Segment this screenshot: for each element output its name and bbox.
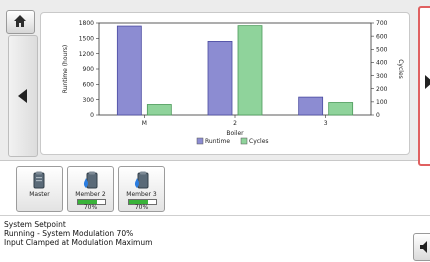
x-tick-label: M bbox=[142, 120, 147, 127]
y2-tick-label: 100 bbox=[376, 99, 388, 106]
x-tick-label: 2 bbox=[233, 120, 237, 127]
chart-card: 0 300 600 900 1200 1500 1800 0 100 200 300 400 500 60… bbox=[40, 12, 410, 155]
speaker-icon bbox=[420, 241, 427, 253]
tile-label: Member 3 bbox=[126, 191, 157, 198]
arrow-left-icon bbox=[18, 89, 27, 103]
boiler-tile-member-2[interactable]: Member 2 70% bbox=[67, 166, 114, 212]
y2-tick-label: 200 bbox=[376, 86, 388, 93]
y-tick-label: 1800 bbox=[79, 20, 94, 27]
modulation-percent: 70% bbox=[83, 204, 98, 211]
bar-cycles-M bbox=[146, 104, 172, 116]
x-axis-label: Boiler bbox=[226, 130, 244, 137]
previous-button[interactable] bbox=[8, 35, 38, 157]
tile-label: Member 2 bbox=[75, 191, 106, 198]
runtime-cycles-chart: 0 300 600 900 1200 1500 1800 0 100 200 300 400 500 60… bbox=[62, 20, 404, 145]
boiler-flame-icon bbox=[134, 171, 149, 189]
status-setpoint: System Setpoint bbox=[4, 220, 66, 229]
home-icon bbox=[14, 15, 26, 27]
x-tick-label: 3 bbox=[324, 120, 328, 127]
legend-swatch-cycles bbox=[240, 137, 248, 145]
boiler-icon bbox=[33, 171, 45, 189]
boiler-flame-icon bbox=[83, 171, 98, 189]
y2-tick-label: 0 bbox=[376, 112, 380, 119]
modulation-percent: 70% bbox=[134, 204, 149, 211]
y2-tick-label: 400 bbox=[376, 60, 388, 67]
boiler-tile-master[interactable]: Master bbox=[16, 166, 63, 212]
bar-cycles-3 bbox=[328, 102, 354, 116]
y-tick-label: 300 bbox=[83, 97, 95, 104]
bar-cycles-2 bbox=[237, 25, 263, 116]
y-tick-label: 0 bbox=[90, 112, 94, 119]
bar-runtime-3 bbox=[298, 96, 324, 116]
y-tick-label: 900 bbox=[83, 66, 95, 73]
y-axis-label: Runtime (hours) bbox=[62, 45, 69, 94]
next-button[interactable] bbox=[418, 6, 430, 166]
speaker-button[interactable] bbox=[413, 233, 430, 261]
chart-panel: 0 300 600 900 1200 1500 1800 0 100 200 300 400 500 60… bbox=[0, 0, 430, 166]
status-running: Running - System Modulation 70% bbox=[4, 229, 134, 238]
legend-label-runtime: Runtime bbox=[205, 138, 230, 145]
y-tick-label: 1500 bbox=[79, 36, 94, 43]
arrow-right-icon bbox=[425, 75, 430, 89]
y-tick-label: 600 bbox=[83, 82, 95, 89]
legend-label-cycles: Cycles bbox=[249, 138, 269, 145]
y2-tick-label: 300 bbox=[376, 73, 388, 80]
y2-tick-label: 700 bbox=[376, 20, 388, 27]
y-tick-label: 1200 bbox=[79, 51, 94, 58]
tile-label: Master bbox=[29, 191, 50, 198]
y2-axis-label: Cycles bbox=[397, 59, 404, 79]
boiler-tile-member-3[interactable]: Member 3 70% bbox=[118, 166, 165, 212]
legend-swatch-runtime bbox=[196, 137, 204, 145]
status-area: System Setpoint Running - System Modulat… bbox=[0, 215, 430, 262]
bar-runtime-2 bbox=[207, 40, 233, 116]
bar-runtime-M bbox=[116, 25, 142, 116]
status-clamped: Input Clamped at Modulation Maximum bbox=[4, 238, 153, 247]
home-button[interactable] bbox=[6, 10, 35, 34]
y2-tick-label: 500 bbox=[376, 46, 388, 53]
y2-tick-label: 600 bbox=[376, 33, 388, 40]
